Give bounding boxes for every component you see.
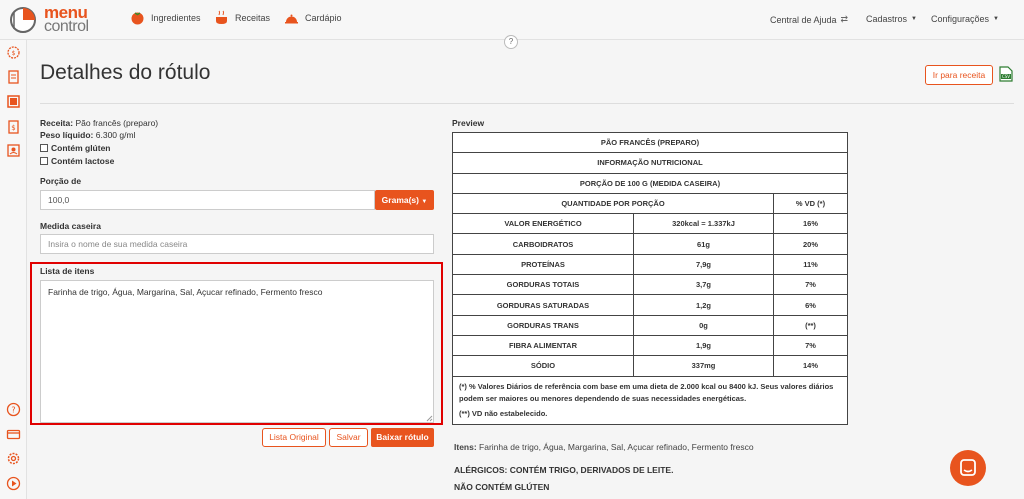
credit-card-icon[interactable]	[6, 427, 21, 442]
items-list-label: Lista de itens	[40, 266, 95, 276]
goto-recipe-button[interactable]: Ir para receita	[925, 65, 993, 85]
footnote-vd-not-established: (**) VD não estabelecido.	[459, 408, 548, 418]
nutrition-info-heading: INFORMAÇÃO NUTRICIONAL	[452, 152, 848, 174]
original-list-button[interactable]: Lista Original	[262, 428, 326, 447]
sidebar: $ $ ?	[0, 40, 27, 499]
nav-receitas[interactable]: Receitas	[214, 10, 270, 25]
table-row: VALOR ENERGÉTICO 320kcal = 1.337kJ 16%	[452, 213, 848, 235]
table-row: CARBOIDRATOS 61g 20%	[452, 233, 848, 255]
nav-help-center[interactable]: Central de Ajuda ⇄	[770, 14, 848, 25]
caret-down-icon: ▼	[993, 16, 999, 22]
lactose-checkbox-row[interactable]: Contém lactose	[40, 156, 114, 166]
chat-icon	[960, 459, 976, 476]
csv-file-icon[interactable]: CSV	[999, 66, 1013, 82]
save-button[interactable]: Salvar	[329, 428, 368, 447]
logo-plate-icon	[10, 7, 36, 33]
play-circle-icon[interactable]	[6, 476, 21, 491]
svg-text:$: $	[12, 50, 16, 57]
gluten-label: Contém glúten	[51, 143, 111, 153]
pot-icon	[216, 10, 227, 24]
lactose-label: Contém lactose	[51, 156, 115, 166]
unit-dropdown-button[interactable]: Grama(s) ▼	[375, 190, 434, 210]
resize-handle-icon[interactable]	[426, 415, 433, 422]
items-list-textarea[interactable]: Farinha de trigo, Água, Margarina, Sal, …	[40, 280, 434, 423]
help-question-icon[interactable]: ?	[504, 35, 518, 49]
lactose-checkbox[interactable]	[40, 157, 48, 165]
logo-wordmark: menu control	[44, 3, 89, 35]
net-weight: Peso líquido: 6.300 g/ml	[40, 130, 136, 140]
preview-label: Preview	[452, 118, 485, 128]
table-row: GORDURAS TRANS 0g (**)	[452, 314, 848, 336]
download-label-button[interactable]: Baixar rótulo	[371, 428, 434, 447]
qty-column-header: QUANTIDADE POR PORÇÃO	[452, 192, 774, 215]
clipboard-dollar-icon[interactable]: $	[6, 119, 21, 134]
menu-control-logo[interactable]: menu control	[8, 3, 98, 35]
gear-dollar-icon[interactable]: $	[6, 45, 21, 60]
tomato-icon	[131, 12, 144, 25]
top-navbar: menu control Ingredientes Receitas Cardá…	[0, 0, 1024, 40]
household-measure-input[interactable]: Insira o nome de sua medida caseira	[40, 234, 434, 254]
caret-down-icon: ▼	[421, 199, 428, 205]
nav-cadastros[interactable]: Cadastros ▼	[866, 14, 917, 24]
gluten-checkbox-row[interactable]: Contém glúten	[40, 143, 111, 153]
settings-gear-icon[interactable]	[6, 451, 21, 466]
nutrition-table: PÃO FRANCÊS (PREPARO) INFORMAÇÃO NUTRICI…	[452, 131, 848, 425]
vd-column-header: % VD (*)	[773, 192, 848, 215]
svg-text:?: ?	[11, 406, 15, 415]
table-row: FIBRA ALIMENTAR 1,9g 7%	[452, 334, 848, 357]
label-icon[interactable]	[6, 94, 21, 109]
recipe-name: Receita: Pão francês (preparo)	[40, 118, 159, 128]
table-row: GORDURAS SATURADAS 1,2g 6%	[452, 294, 848, 316]
preview-items: Itens: Farinha de trigo, Água, Margarina…	[454, 442, 754, 452]
help-circle-icon[interactable]: ?	[6, 402, 21, 417]
nav-configuracoes[interactable]: Configurações ▼	[931, 14, 999, 24]
product-name: PÃO FRANCÊS (PREPARO)	[452, 131, 848, 154]
page-title: Detalhes do rótulo	[40, 61, 211, 84]
portion-input[interactable]: 100,0	[40, 190, 375, 210]
table-row: GORDURAS TOTAIS 3,7g 7%	[452, 274, 848, 296]
nav-ingredientes[interactable]: Ingredientes	[130, 10, 201, 25]
cloche-icon	[285, 14, 298, 24]
caret-down-icon: ▼	[911, 16, 917, 22]
gluten-statement: NÃO CONTÉM GLÚTEN	[454, 482, 550, 492]
header-divider	[40, 103, 1014, 104]
allergens-text: ALÉRGICOS: CONTÉM TRIGO, DERIVADOS DE LE…	[454, 465, 674, 475]
portion-heading: PORÇÃO DE 100 G (MEDIDA CASEIRA)	[452, 172, 848, 194]
nav-cardapio[interactable]: Cardápio	[284, 10, 342, 25]
table-row: SÓDIO 337mg 14%	[452, 355, 848, 377]
portion-label: Porção de	[40, 176, 82, 186]
clipboard-icon[interactable]	[6, 69, 21, 84]
household-measure-label: Medida caseira	[40, 221, 101, 231]
svg-text:CSV: CSV	[1002, 74, 1010, 79]
table-row: PROTEÍNAS 7,9g 11%	[452, 253, 848, 276]
id-card-icon[interactable]	[6, 143, 21, 158]
chevron-swap-icon: ⇄	[840, 14, 849, 24]
svg-text:$: $	[11, 124, 15, 132]
footnote-vd: (*) % Valores Diários de referência com …	[459, 381, 834, 403]
table-footnote: (*) % Valores Diários de referência com …	[452, 375, 848, 425]
gluten-checkbox[interactable]	[40, 144, 48, 152]
chat-launcher-button[interactable]	[950, 450, 986, 486]
